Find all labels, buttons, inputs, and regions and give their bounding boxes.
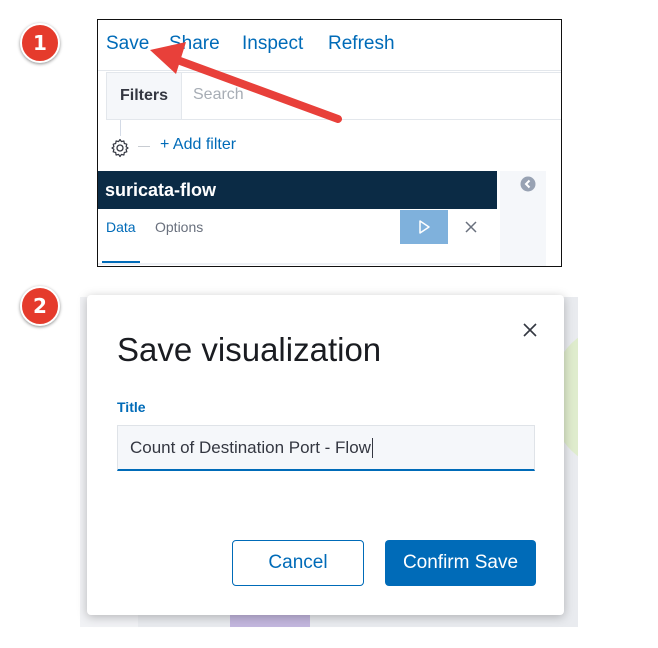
query-bar: Filters Search (106, 72, 561, 120)
text-caret (371, 437, 373, 458)
modal-title: Save visualization (117, 331, 382, 368)
add-filter-link[interactable]: + Add filter (160, 136, 236, 154)
filters-label[interactable]: Filters (107, 73, 182, 119)
inspect-link[interactable]: Inspect (242, 33, 303, 55)
index-pattern-header: suricata-flow (98, 171, 497, 209)
close-icon (465, 221, 477, 233)
discard-changes-button[interactable] (458, 215, 484, 239)
title-input-value: Count of Destination Port - Flow (130, 437, 371, 457)
divider (120, 120, 121, 136)
step-badge-2: 2 (20, 286, 60, 326)
close-icon (523, 323, 537, 337)
save-link[interactable]: Save (106, 33, 149, 55)
share-link[interactable]: Share (169, 33, 220, 55)
title-input[interactable]: Count of Destination Port - Flow (117, 425, 535, 471)
confirm-save-button[interactable]: Confirm Save (385, 540, 536, 586)
tab-options[interactable]: Options (155, 219, 203, 235)
title-field-label: Title (117, 399, 146, 415)
play-icon (419, 220, 430, 234)
active-tab-indicator (102, 261, 140, 263)
gear-icon[interactable] (110, 138, 130, 158)
tabs-baseline (98, 263, 480, 265)
index-pattern-title: suricata-flow (105, 180, 217, 200)
cancel-button[interactable]: Cancel (232, 540, 364, 586)
refresh-link[interactable]: Refresh (328, 33, 395, 55)
divider (138, 146, 150, 147)
kibana-toolbar-screenshot: Save Share Inspect Refresh Filters Searc… (97, 19, 562, 267)
save-visualization-modal: Save visualization Title Count of Destin… (87, 295, 564, 615)
top-nav: Save Share Inspect Refresh (98, 20, 561, 71)
search-input[interactable]: Search (193, 86, 244, 104)
tab-data[interactable]: Data (106, 219, 136, 235)
chevron-left-circle-icon[interactable] (520, 176, 536, 192)
modal-close-button[interactable] (519, 319, 541, 341)
step-badge-1: 1 (20, 23, 60, 63)
apply-changes-button[interactable] (400, 210, 448, 244)
